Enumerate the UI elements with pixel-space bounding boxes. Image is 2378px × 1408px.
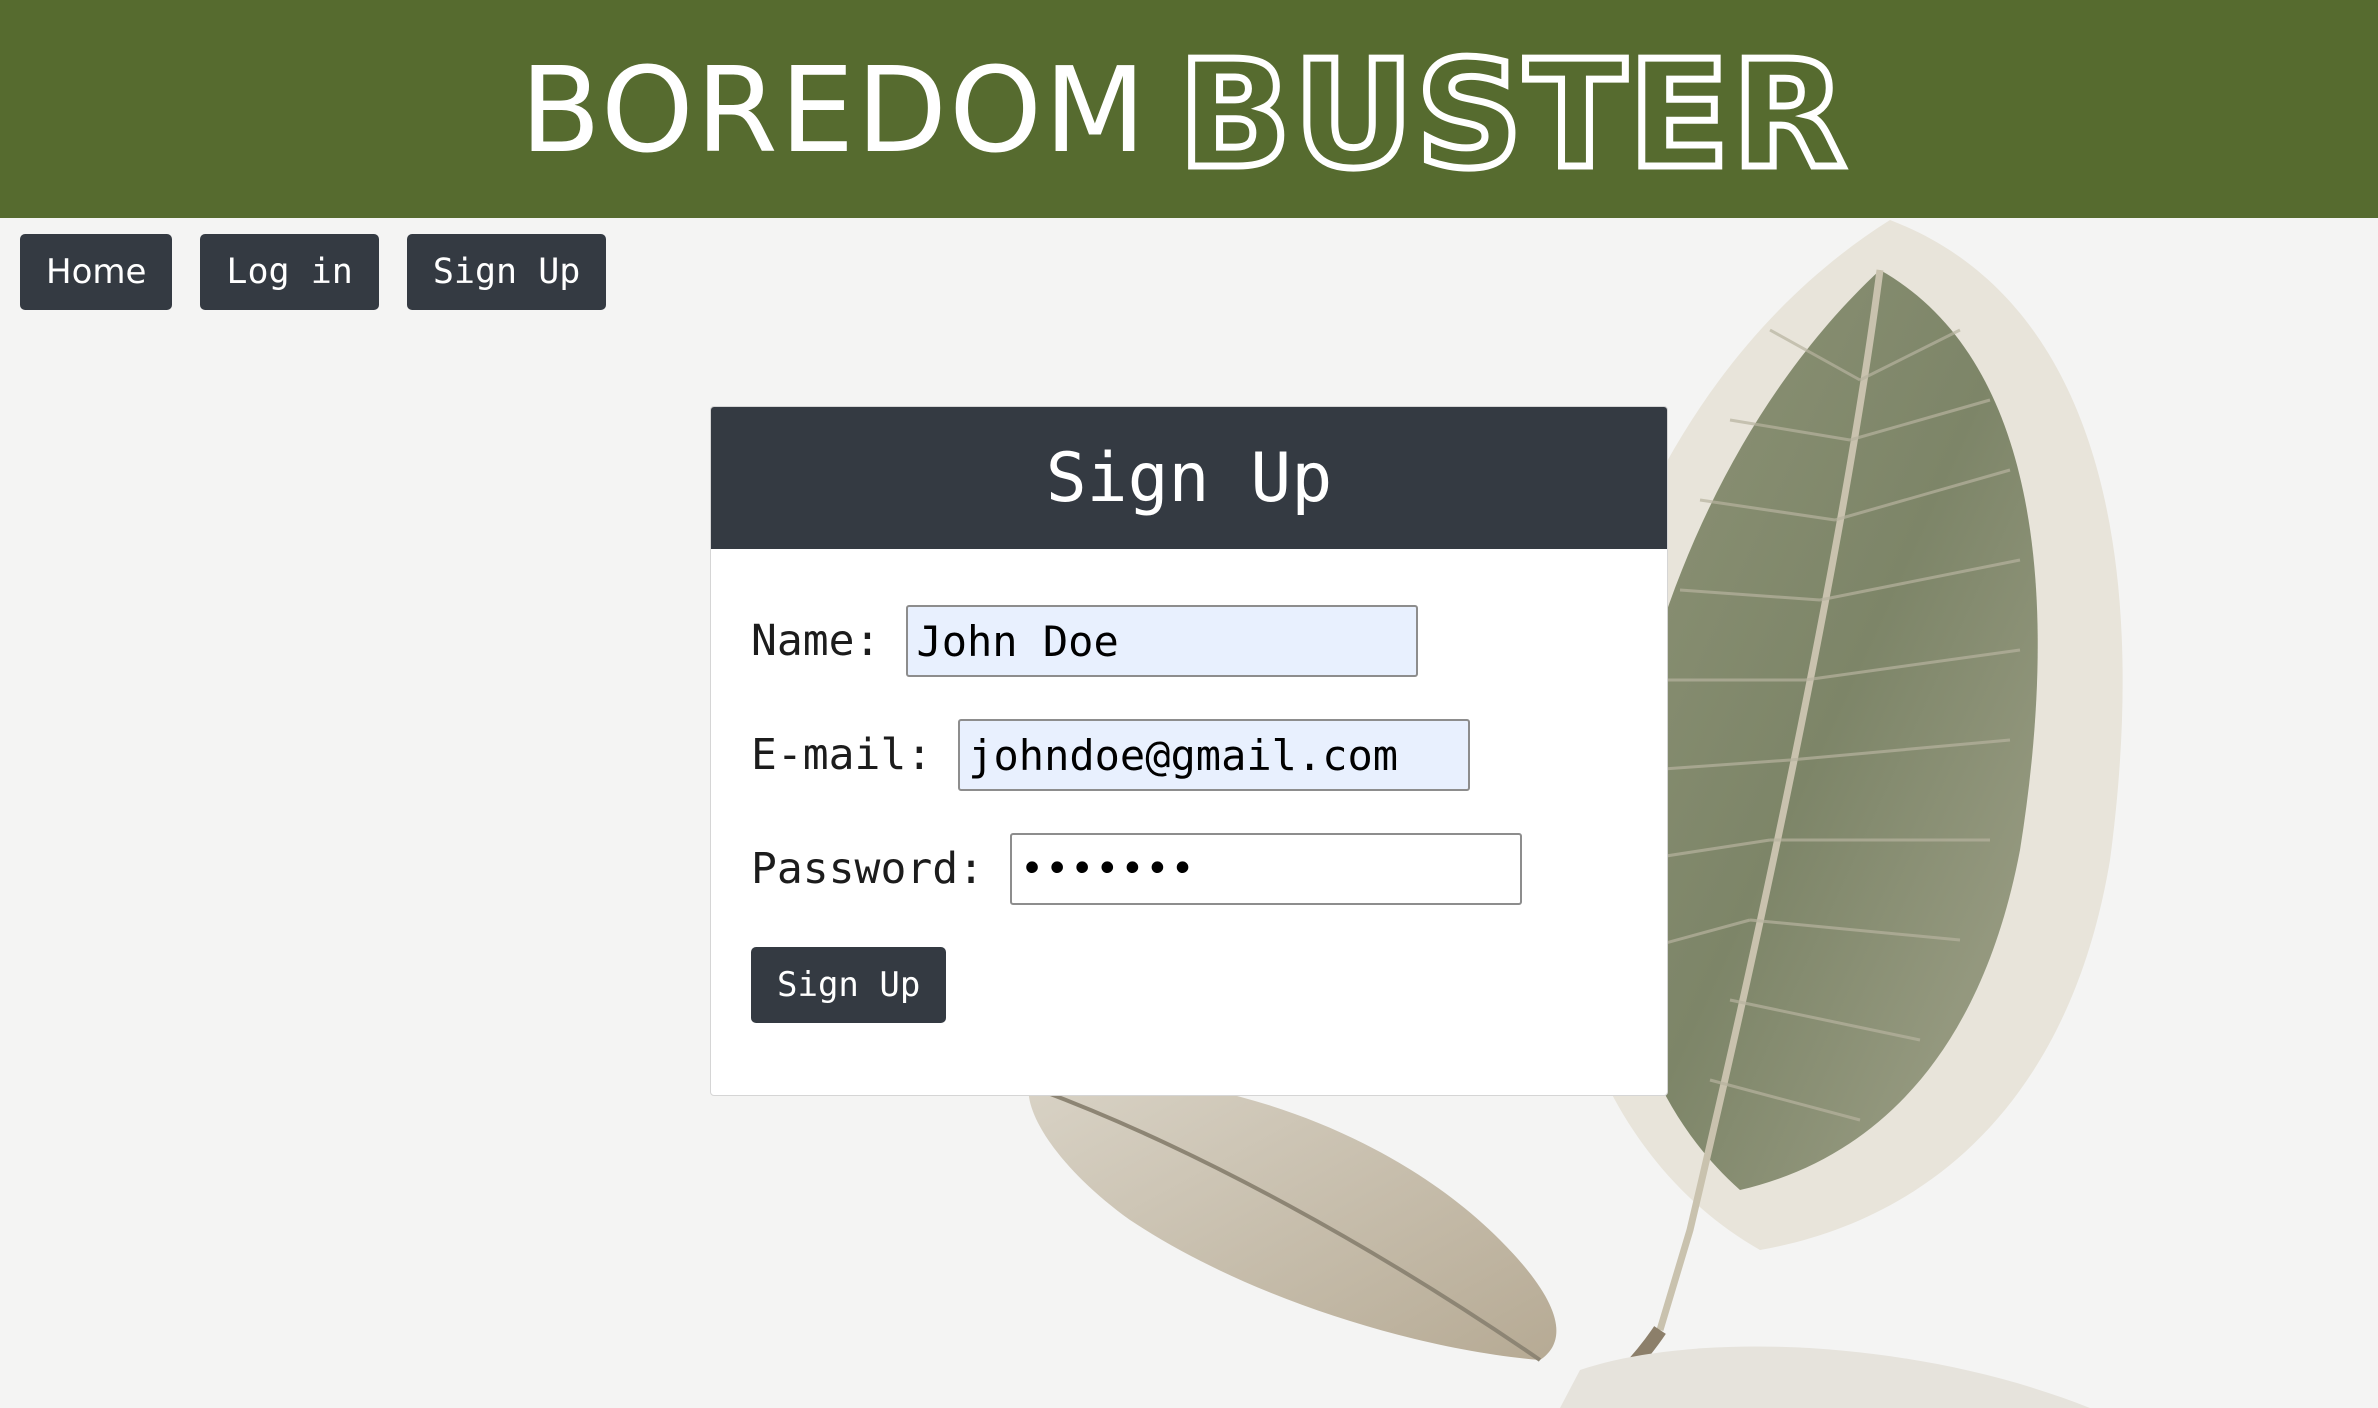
site-header: BOREDOM BUSTER	[0, 0, 2378, 218]
name-input[interactable]	[906, 605, 1419, 677]
email-input[interactable]	[958, 719, 1471, 791]
password-input[interactable]	[1010, 833, 1522, 905]
nav-signup-button[interactable]: Sign Up	[406, 234, 607, 310]
brand-word-boredom: BOREDOM	[520, 41, 1148, 179]
email-row: E-mail:	[751, 719, 1471, 791]
svg-text:BUSTER: BUSTER	[1178, 48, 1848, 184]
top-nav: Home Log in Sign Up	[20, 234, 634, 310]
name-label: Name:	[751, 616, 881, 666]
password-label: Password:	[751, 844, 984, 894]
nav-home-button[interactable]: Home	[20, 234, 173, 310]
signup-card: Sign Up Name: E-mail: Password: Sign Up	[710, 406, 1668, 1096]
name-row: Name:	[751, 605, 1419, 677]
signup-title: Sign Up	[1045, 438, 1333, 518]
password-row: Password:	[751, 833, 1522, 905]
signup-submit-button[interactable]: Sign Up	[751, 947, 947, 1023]
brand-title: BOREDOM	[520, 40, 1148, 180]
email-label: E-mail:	[751, 730, 933, 780]
signup-card-header: Sign Up	[711, 407, 1667, 549]
nav-login-button[interactable]: Log in	[200, 234, 379, 310]
brand-logo-buster: BUSTER	[1175, 48, 1850, 184]
